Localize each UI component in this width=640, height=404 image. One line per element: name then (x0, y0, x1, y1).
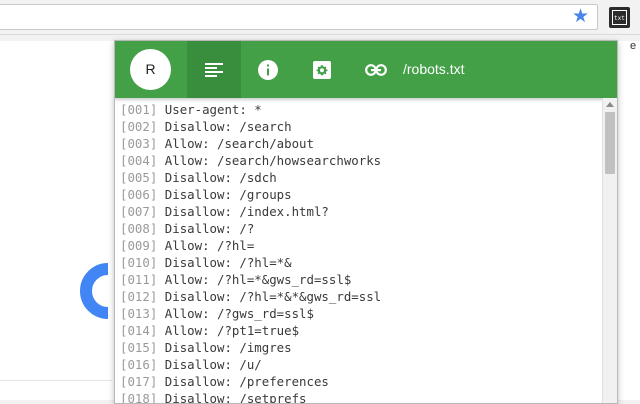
robots-line: [007] Disallow: /index.html? (120, 203, 381, 220)
robots-line: [013] Allow: /?gws_rd=ssl$ (120, 305, 381, 322)
line-number: [008] (120, 221, 158, 236)
robots-txt-popup: R /robots.txt [001] User-agent: * [002] … (114, 40, 618, 404)
line-text: Allow: /?hl=*&gws_rd=ssl$ (164, 272, 352, 287)
robots-line: [005] Disallow: /sdch (120, 169, 381, 186)
link-button[interactable] (349, 41, 403, 98)
text-lines-icon (205, 62, 223, 77)
line-text: Disallow: /setprefs (164, 391, 307, 404)
line-text: Disallow: /index.html? (164, 204, 329, 219)
line-number: [007] (120, 204, 158, 219)
line-text: User-agent: * (164, 102, 262, 117)
robots-lines-list: [001] User-agent: * [002] Disallow: /sear… (120, 101, 381, 404)
popup-header: R /robots.txt (115, 41, 617, 98)
robots-line: [009] Allow: /?hl= (120, 237, 381, 254)
gear-icon (313, 60, 331, 79)
line-number: [013] (120, 306, 158, 321)
line-number: [014] (120, 323, 158, 338)
line-number: [012] (120, 289, 158, 304)
link-icon (365, 63, 387, 76)
line-text: Disallow: /preferences (164, 374, 329, 389)
scroll-thumb[interactable] (605, 112, 615, 174)
toolbar-divider (0, 34, 640, 35)
google-logo-partial (80, 263, 108, 335)
line-text: Disallow: /search (164, 119, 292, 134)
line-text: Disallow: /?hl=*& (164, 255, 292, 270)
page-divider (0, 380, 112, 381)
line-text: Disallow: /u/ (164, 357, 262, 372)
robots-line: [011] Allow: /?hl=*&gws_rd=ssl$ (120, 271, 381, 288)
line-number: [004] (120, 153, 158, 168)
robots-line: [008] Disallow: /? (120, 220, 381, 237)
line-text: Disallow: /imgres (164, 340, 292, 355)
robots-line: [012] Disallow: /?hl=*&*&gws_rd=ssl (120, 288, 381, 305)
line-text: Allow: /?pt1=true$ (164, 323, 300, 338)
line-number: [001] (120, 102, 158, 117)
line-number: [015] (120, 340, 158, 355)
robots-txt-extension-icon[interactable]: txt (609, 7, 630, 28)
line-text: Disallow: /sdch (164, 170, 277, 185)
robots-line: [004] Allow: /search/howsearchworks (120, 152, 381, 169)
robots-line: [014] Allow: /?pt1=true$ (120, 322, 381, 339)
robots-content-pane: [001] User-agent: * [002] Disallow: /sear… (115, 98, 617, 403)
line-text: Allow: /search/about (164, 136, 314, 151)
line-text: Disallow: /?hl=*&*&gws_rd=ssl (164, 289, 382, 304)
line-text: Disallow: /? (164, 221, 255, 236)
line-number: [005] (120, 170, 158, 185)
line-number: [006] (120, 187, 158, 202)
robots-line: [006] Disallow: /groups (120, 186, 381, 203)
settings-button[interactable] (295, 41, 349, 98)
browser-toolbar: ★ txt (0, 0, 640, 34)
robots-line: [001] User-agent: * (120, 101, 381, 118)
line-text: Allow: /?hl= (164, 238, 255, 253)
info-button[interactable] (241, 41, 295, 98)
line-number: [016] (120, 357, 158, 372)
robots-line: [010] Disallow: /?hl=*& (120, 254, 381, 271)
robots-path-label: /robots.txt (403, 61, 465, 77)
robots-line: [017] Disallow: /preferences (120, 373, 381, 390)
line-text: Disallow: /groups (164, 187, 292, 202)
address-bar[interactable]: ★ (0, 4, 598, 30)
bookmark-bar-fragment[interactable]: e (630, 40, 636, 52)
line-number: [011] (120, 272, 158, 287)
robots-line: [002] Disallow: /search (120, 118, 381, 135)
line-number: [018] (120, 391, 158, 404)
robots-line: [018] Disallow: /setprefs (120, 390, 381, 404)
star-icon[interactable]: ★ (572, 7, 589, 27)
line-number: [010] (120, 255, 158, 270)
list-view-button[interactable] (187, 41, 241, 98)
svg-text:txt: txt (614, 15, 625, 22)
scroll-up-arrow[interactable] (606, 102, 614, 107)
avatar[interactable]: R (130, 49, 171, 90)
robots-line: [016] Disallow: /u/ (120, 356, 381, 373)
robots-line: [003] Allow: /search/about (120, 135, 381, 152)
line-text: Allow: /search/howsearchworks (164, 153, 382, 168)
line-number: [003] (120, 136, 158, 151)
info-icon (258, 59, 278, 80)
robots-line: [015] Disallow: /imgres (120, 339, 381, 356)
line-number: [009] (120, 238, 158, 253)
line-text: Allow: /?gws_rd=ssl$ (164, 306, 314, 321)
scrollbar[interactable] (602, 98, 617, 403)
line-number: [002] (120, 119, 158, 134)
line-number: [017] (120, 374, 158, 389)
